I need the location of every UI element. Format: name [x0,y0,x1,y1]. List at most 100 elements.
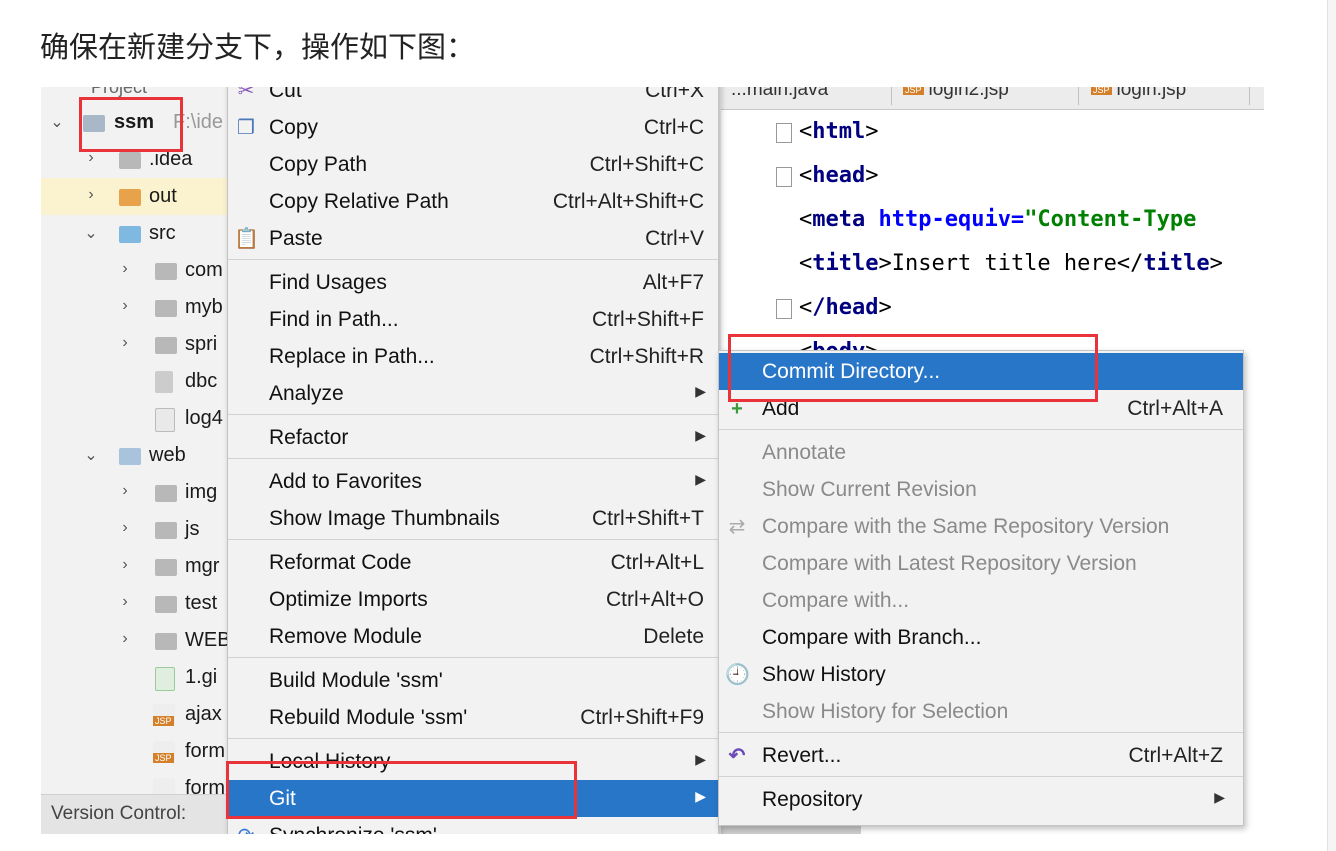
expand-arrow-icon[interactable]: › [117,297,133,315]
menu-item-label: Reformat Code [269,551,412,574]
menu-separator [719,429,1243,430]
code-tag: title [812,251,879,276]
menu-item-paste[interactable]: 📋 Paste Ctrl+V [228,220,718,257]
menu-item-label: Revert... [762,744,842,767]
menu-item-find-usages[interactable]: Find Usages Alt+F7 [228,264,718,301]
menu-item-shortcut: Ctrl+X [645,87,704,102]
tree-row-src[interactable]: ⌄ src [41,215,229,252]
tree-row-dbc[interactable]: dbc [41,363,229,400]
expand-arrow-icon[interactable]: › [117,556,133,574]
menu-item-add-to-favorites[interactable]: Add to Favorites ▶ [228,463,718,500]
menu-item-label: Annotate [762,441,847,464]
menu-item-cut[interactable]: ✂ Cut Ctrl+X [228,87,718,109]
tree-label: spri [185,333,218,355]
collapse-arrow-icon[interactable]: ⌄ [83,223,99,243]
sync-icon: ⟳ [234,824,258,834]
menu-separator [228,657,718,658]
tree-row-img[interactable]: › img [41,474,229,511]
collapse-arrow-icon[interactable]: ⌄ [49,112,65,132]
menu-item-shortcut: Ctrl+Shift+C [589,153,704,176]
fold-marker-icon[interactable] [776,167,792,187]
tree-row-mgr[interactable]: › mgr [41,548,229,585]
menu-item-repository[interactable]: Repository ▶ [719,781,1243,818]
menu-item-label: Compare with Latest Repository Version [762,552,1137,575]
tree-row-js[interactable]: › js [41,511,229,548]
tree-label: js [185,518,200,540]
menu-item-rebuild-module[interactable]: Rebuild Module 'ssm' Ctrl+Shift+F9 [228,699,718,736]
fold-marker-icon[interactable] [776,299,792,319]
tree-row-web[interactable]: ⌄ web [41,437,229,474]
menu-item-revert[interactable]: ↶ Revert... Ctrl+Alt+Z [719,737,1243,774]
tree-row-com[interactable]: › com [41,252,229,289]
menu-item-remove-module[interactable]: Remove Module Delete [228,618,718,655]
menu-item-analyze[interactable]: Analyze ▶ [228,375,718,412]
page-scrollbar[interactable] [1327,0,1336,851]
expand-arrow-icon[interactable]: › [117,482,133,500]
submenu-arrow-icon: ▶ [695,427,706,443]
menu-item-find-in-path[interactable]: Find in Path... Ctrl+Shift+F [228,301,718,338]
tree-label: test [185,592,218,614]
menu-item-show-current-revision[interactable]: Show Current Revision [719,471,1243,508]
tree-label: log4 [185,407,223,429]
menu-item-shortcut: Alt+F7 [642,271,704,294]
code-string: "Content-Type [1024,207,1197,232]
fold-marker-icon[interactable] [776,123,792,143]
tree-row-gif[interactable]: 1.gi [41,659,229,696]
menu-item-replace-in-path[interactable]: Replace in Path... Ctrl+Shift+R [228,338,718,375]
code-text: Insert title here [891,251,1117,276]
menu-item-compare-with-branch[interactable]: Compare with Branch... [719,619,1243,656]
folder-icon [155,596,177,613]
menu-item-build-module[interactable]: Build Module 'ssm' [228,662,718,699]
tree-row-ajax[interactable]: JSP ajax [41,696,229,733]
menu-item-copy-relative-path[interactable]: Copy Relative Path Ctrl+Alt+Shift+C [228,183,718,220]
menu-item-compare-latest-repo-version[interactable]: Compare with Latest Repository Version [719,545,1243,582]
menu-item-label: Show Current Revision [762,478,977,501]
copy-icon: ❐ [237,117,255,139]
menu-item-label: Compare with... [762,589,910,612]
expand-arrow-icon[interactable]: › [117,630,133,648]
tree-row-form[interactable]: JSP form [41,733,229,770]
expand-arrow-icon[interactable]: › [117,593,133,611]
scissors-icon: ✂ [237,87,255,102]
expand-arrow-icon[interactable]: › [117,260,133,278]
properties-file-icon [155,371,173,393]
menu-item-synchronize[interactable]: ⟳ Synchronize 'ssm' [228,817,718,834]
menu-item-compare-with[interactable]: Compare with... [719,582,1243,619]
tree-row-log4[interactable]: log4 [41,400,229,437]
menu-item-show-history[interactable]: 🕘 Show History [719,656,1243,693]
tree-row-spri[interactable]: › spri [41,326,229,363]
code-line-2: <head> [799,163,879,188]
tree-row-out[interactable]: › out [41,178,229,215]
menu-item-label: Find in Path... [269,308,399,331]
tab-label: ...main.java [731,87,829,100]
menu-item-show-history-for-selection[interactable]: Show History for Selection [719,693,1243,730]
menu-item-copy-path[interactable]: Copy Path Ctrl+Shift+C [228,146,718,183]
menu-item-copy[interactable]: ❐ Copy Ctrl+C [228,109,718,146]
git-submenu: Commit Directory... + Add Ctrl+Alt+A Ann… [718,350,1244,826]
project-tree: Project ⌄ ssm F:\ide › .idea › out ⌄ src… [41,87,229,834]
tree-row-myb[interactable]: › myb [41,289,229,326]
menu-item-annotate[interactable]: Annotate [719,434,1243,471]
menu-item-shortcut: Delete [643,625,704,648]
submenu-arrow-icon: ▶ [1214,789,1225,805]
tab-login-jsp[interactable]: JSP login.jsp [1081,87,1250,105]
source-folder-icon [119,226,141,243]
package-icon [155,300,177,317]
collapse-arrow-icon[interactable]: ⌄ [83,445,99,465]
tab-login2-jsp[interactable]: JSP login2.jsp [893,87,1079,105]
menu-item-optimize-imports[interactable]: Optimize Imports Ctrl+Alt+O [228,581,718,618]
expand-arrow-icon[interactable]: › [83,186,99,204]
expand-arrow-icon[interactable]: › [117,519,133,537]
menu-item-reformat-code[interactable]: Reformat Code Ctrl+Alt+L [228,544,718,581]
menu-item-compare-same-repo-version[interactable]: ⇄ Compare with the Same Repository Versi… [719,508,1243,545]
tree-row-test[interactable]: › test [41,585,229,622]
menu-item-show-image-thumbnails[interactable]: Show Image Thumbnails Ctrl+Shift+T [228,500,718,537]
tab-main-java[interactable]: ...main.java [721,87,892,105]
menu-item-label: Cut [269,87,302,102]
expand-arrow-icon[interactable]: › [117,334,133,352]
version-control-tab[interactable]: Version Control: [41,794,229,834]
tab-label: login.jsp [1116,87,1187,100]
tree-row-web-inf[interactable]: › WEB [41,622,229,659]
menu-item-label: Analyze [269,382,344,405]
menu-item-refactor[interactable]: Refactor ▶ [228,419,718,456]
